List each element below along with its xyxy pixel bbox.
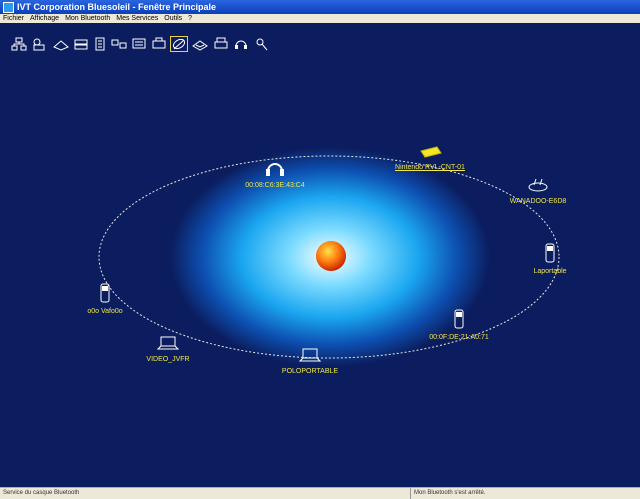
serial-icon[interactable] [150,36,168,52]
modem-icon [528,178,548,192]
fax-icon[interactable] [92,36,110,52]
device-label: Laportable [533,268,567,275]
title-bar: IVT Corporation Bluesoleil - Fenêtre Pri… [0,0,640,14]
device-wanadoo[interactable]: WANADOO-E6D8 [505,175,571,205]
menu-outils[interactable]: Outils [161,15,185,22]
device-video-jvfr[interactable]: VIDEO_JVFR [140,335,196,363]
headset-icon[interactable] [232,36,250,52]
orbit-canvas [98,147,560,367]
menu-mon-bluetooth[interactable]: Mon Bluetooth [62,15,113,22]
status-bluetooth: Mon Bluetooth s'est arrêté. [410,488,634,499]
network-icon[interactable] [10,36,28,52]
device-label: VIDEO_JVFR [146,356,190,363]
pan-icon[interactable] [52,36,70,52]
window-title: IVT Corporation Bluesoleil - Fenêtre Pri… [17,2,217,12]
gamepad-icon [420,146,442,158]
menu-affichage[interactable]: Affichage [27,15,62,22]
lan-access-icon[interactable] [72,36,90,52]
local-device-sun[interactable] [316,241,346,271]
status-service: Service du casque Bluetooth [3,490,80,496]
obex-icon[interactable] [191,36,209,52]
app-icon [3,1,14,13]
phone-icon [454,309,464,329]
menu-mes-services[interactable]: Mes Services [113,15,161,22]
laptop-icon [298,348,322,362]
device-o0o-vafo0o[interactable]: o0o Vafo0o [80,283,130,315]
laptop-icon [156,336,180,350]
status-bar: Service du casque Bluetooth Mon Bluetoot… [0,487,640,499]
printer-icon[interactable] [212,36,230,52]
device-label: WANADOO-E6D8 [509,198,567,205]
device-phone-mac[interactable]: 00:0F:DE:21:A0:71 [424,309,494,341]
device-label: 00:08:C6:3E:43:C4 [245,182,305,189]
menu-bar: Fichier Affichage Mon Bluetooth Mes Serv… [0,14,640,23]
menu-fichier[interactable]: Fichier [0,15,27,22]
service-toolbar [0,23,640,63]
dialup-icon[interactable] [110,36,128,52]
device-label: Nintendo RVL-CNT-01 [395,164,465,171]
device-poloportable[interactable]: POLOPORTABLE [278,347,342,375]
av-icon[interactable] [170,36,188,52]
device-orbit-view: 00:08:C6:3E:43:C4 Nintendo RVL-CNT-01 WA… [0,63,640,487]
phone-icon [545,243,555,263]
print-icon[interactable] [130,36,148,52]
device-nintendo[interactable]: Nintendo RVL-CNT-01 [388,145,472,171]
menu-help[interactable]: ? [185,15,195,22]
device-label: o0o Vafo0o [87,308,123,315]
headset-icon [266,163,284,176]
device-label: POLOPORTABLE [281,368,339,375]
device-label: 00:0F:DE:21:A0:71 [429,334,489,341]
contacts-icon[interactable] [30,36,48,52]
hid-icon[interactable] [252,36,270,52]
device-laportable[interactable]: Laportable [527,243,573,275]
phone-icon [100,283,110,303]
device-headset[interactable]: 00:08:C6:3E:43:C4 [240,159,310,189]
